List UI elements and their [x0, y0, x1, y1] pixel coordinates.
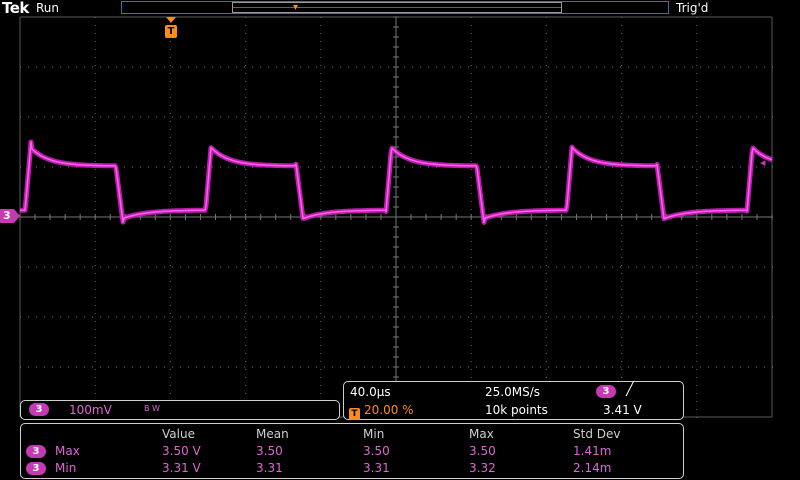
channel-badge: 3 — [26, 445, 46, 458]
trigger-level-marker-icon[interactable]: ◂ — [760, 156, 766, 169]
measurement-std-dev: 1.41m — [573, 444, 612, 458]
record-length: 10k points — [485, 403, 548, 417]
col-header-std-dev: Std Dev — [573, 427, 621, 441]
bandwidth-limit-indicator: B W — [144, 404, 160, 413]
measurement-min: 3.31 — [363, 461, 390, 475]
measurement-label: Max — [55, 444, 80, 458]
measurement-mean: 3.50 — [256, 444, 283, 458]
measurement-value: 3.31 V — [162, 461, 201, 475]
trigger-position-pointer-icon — [166, 17, 176, 23]
measurement-table[interactable]: Value Mean Min Max Std Dev 3 Max 3.50 V … — [20, 423, 684, 479]
col-header-max: Max — [469, 427, 494, 441]
col-header-mean: Mean — [256, 427, 289, 441]
channel-scale: 100mV — [69, 403, 112, 417]
trigger-position-icon: T — [349, 403, 360, 422]
col-header-value: Value — [162, 427, 195, 441]
measurement-label: Min — [55, 461, 77, 475]
measurement-row-max[interactable]: 3 Max 3.50 V 3.50 3.50 3.50 1.41m — [21, 444, 683, 460]
time-per-division: 40.0µs — [350, 385, 391, 399]
sample-rate: 25.0MS/s — [485, 385, 540, 399]
measurement-value: 3.50 V — [162, 444, 201, 458]
horizontal-trigger-readout[interactable]: 40.0µs 25.0MS/s 3 ╱ T 20.00 % 10k points… — [343, 381, 684, 420]
measurement-mean: 3.31 — [256, 461, 283, 475]
measurement-row-min[interactable]: 3 Min 3.31 V 3.31 3.31 3.32 2.14m — [21, 461, 683, 477]
trigger-position-tag[interactable]: T — [165, 25, 177, 38]
trigger-source-badge: 3 — [596, 385, 616, 398]
channel-badge: 3 — [26, 462, 46, 475]
trigger-level: 3.41 V — [603, 403, 642, 417]
measurement-std-dev: 2.14m — [573, 461, 612, 475]
channel-3-scale-readout[interactable]: 3 100mV B W — [20, 400, 340, 420]
col-header-min: Min — [363, 427, 385, 441]
rising-edge-icon: ╱ — [626, 382, 634, 397]
trigger-position-percent: 20.00 % — [364, 403, 414, 417]
measurement-min: 3.50 — [363, 444, 390, 458]
measurement-max: 3.50 — [469, 444, 496, 458]
measurement-max: 3.32 — [469, 461, 496, 475]
channel-badge: 3 — [29, 403, 49, 416]
